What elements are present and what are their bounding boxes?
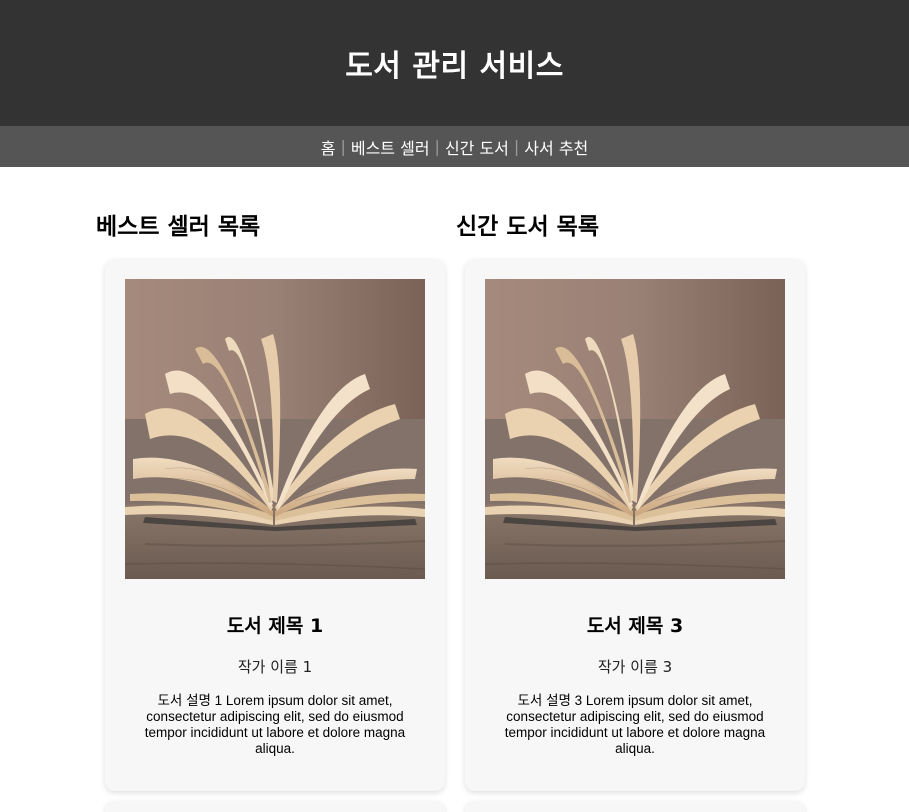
site-header: 도서 관리 서비스 [0,0,909,126]
book-card-partial[interactable] [465,801,805,812]
book-title: 도서 제목 1 [226,615,324,637]
nav-librarian-pick-link[interactable]: 사서 추천 [524,135,588,159]
book-card[interactable]: 도서 제목 1 작가 이름 1 도서 설명 1 Lorem ipsum dolo… [105,259,445,791]
book-cover-image [485,279,785,579]
new-books-section-title: 신간 도서 목록 [456,214,599,240]
book-author: 작가 이름 1 [237,658,313,676]
nav-bestseller-link[interactable]: 베스트 셀러 [351,135,430,159]
book-card[interactable]: 도서 제목 3 작가 이름 3 도서 설명 3 Lorem ipsum dolo… [465,259,805,791]
book-description: 도서 설명 1 Lorem ipsum dolor sit amet, cons… [144,693,406,756]
main-content: 베스트 셀러 목록 신간 도서 목록 도서 제목 1 작가 이름 1 도서 설명… [0,167,909,812]
book-author: 작가 이름 3 [597,658,673,676]
site-title: 도서 관리 서비스 [345,49,564,84]
nav-separator: | [340,137,346,156]
nav-separator: | [434,137,440,156]
book-cover-image [125,279,425,579]
main-nav: 홈 | 베스트 셀러 | 신간 도서 | 사서 추천 [0,126,909,167]
book-title: 도서 제목 3 [586,615,684,637]
nav-separator: | [513,137,520,156]
book-description: 도서 설명 3 Lorem ipsum dolor sit amet, cons… [504,693,766,756]
bestseller-section-title: 베스트 셀러 목록 [96,214,261,240]
nav-home-link[interactable]: 홈 [321,135,336,159]
nav-new-books-link[interactable]: 신간 도서 [445,135,509,159]
book-card-partial[interactable] [105,801,445,812]
